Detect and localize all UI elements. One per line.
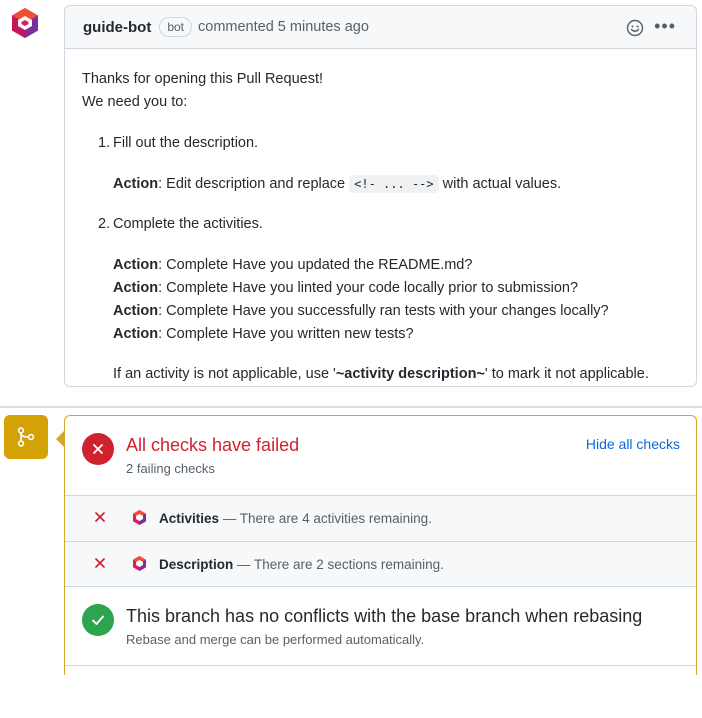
intro-text-2: We need you to: <box>82 94 188 110</box>
action-text: with actual values. <box>438 176 562 192</box>
merge-status-icon <box>4 415 48 459</box>
author-link[interactable]: guide-bot <box>83 19 151 36</box>
merge-box-divider <box>65 665 696 666</box>
bot-avatar[interactable] <box>8 6 42 40</box>
merge-checks-box: All checks have failed 2 failing checks … <box>64 415 697 675</box>
checks-status-row: All checks have failed 2 failing checks … <box>65 416 696 496</box>
action-line: Action: Complete Have you updated the RE… <box>113 254 472 277</box>
list-number: 1. <box>98 135 111 151</box>
action-line: Action: Edit description and replace <!-… <box>113 173 561 196</box>
comment-header: guide-bot bot commented 5 minutes ago ••… <box>65 6 696 49</box>
check-row[interactable]: Activities — There are 4 activities rema… <box>65 495 696 541</box>
guide-bot-logo-icon <box>133 510 146 525</box>
footer-bold: ~activity description~ <box>335 366 485 382</box>
action-label: Action <box>113 280 159 296</box>
check-description: Activities — There are 4 activities rema… <box>159 511 432 526</box>
kebab-icon[interactable]: ••• <box>654 17 676 35</box>
check-row[interactable]: Description — There are 2 sections remai… <box>65 541 696 587</box>
intro-text: Thanks for opening this Pull Request! <box>82 71 323 87</box>
action-line: Action: Complete Have you written new te… <box>113 323 414 346</box>
bot-badge: bot <box>159 17 193 37</box>
action-label: Action <box>113 326 159 342</box>
action-text: : Complete Have you linted your code loc… <box>158 280 579 296</box>
action-text: : Complete Have you updated the README.m… <box>158 257 473 273</box>
list-item-text: Fill out the description. <box>113 135 259 151</box>
check-description: Description — There are 2 sections remai… <box>159 557 444 572</box>
footer-text: ' to mark it not applicable. <box>484 366 649 382</box>
action-line: Action: Complete Have you successfully r… <box>113 300 609 323</box>
placeholder-code: <!- ... --> <box>349 175 439 193</box>
check-detail: — There are 2 sections remaining. <box>233 557 444 572</box>
checks-status-subtitle: 2 failing checks <box>126 461 215 476</box>
action-label: Action <box>113 303 159 319</box>
action-text: : Complete Have you written new tests? <box>158 326 414 342</box>
list-item-text: Complete the activities. <box>113 216 263 232</box>
action-line: Action: Complete Have you linted your co… <box>113 277 578 300</box>
x-icon <box>95 558 105 568</box>
footer-note: If an activity is not applicable, use '~… <box>113 363 649 386</box>
comment-timestamp[interactable]: commented 5 minutes ago <box>198 19 369 35</box>
list-number: 2. <box>98 216 111 232</box>
checks-status-title: All checks have failed <box>126 435 300 455</box>
x-icon <box>95 512 105 522</box>
guide-bot-logo-icon <box>133 556 146 571</box>
merge-status-title: This branch has no conflicts with the ba… <box>126 606 643 626</box>
merge-conflict-status: This branch has no conflicts with the ba… <box>65 586 696 666</box>
action-label: Action <box>113 257 159 273</box>
check-name: Description <box>159 557 234 572</box>
comment-card: guide-bot bot commented 5 minutes ago ••… <box>64 5 697 387</box>
x-circle-icon <box>82 433 114 465</box>
hide-all-checks-link[interactable]: Hide all checks <box>586 436 680 452</box>
footer-text: If an activity is not applicable, use ' <box>113 366 336 382</box>
smiley-icon[interactable] <box>626 19 644 37</box>
check-name: Activities <box>159 511 220 526</box>
merge-status-subtitle: Rebase and merge can be performed automa… <box>126 632 425 647</box>
check-detail: — There are 4 activities remaining. <box>219 511 432 526</box>
guide-bot-logo-icon <box>12 8 38 38</box>
action-text: : Edit description and replace <box>158 176 350 192</box>
timeline-divider <box>0 406 702 408</box>
git-merge-icon <box>17 427 35 447</box>
action-text: : Complete Have you successfully ran tes… <box>158 303 609 319</box>
action-label: Action <box>113 176 159 192</box>
check-circle-icon <box>82 604 114 636</box>
